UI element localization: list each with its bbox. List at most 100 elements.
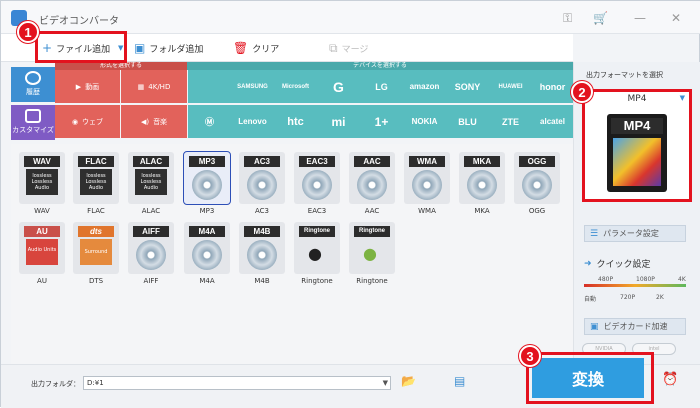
device-apple[interactable] (188, 70, 231, 103)
disc-icon (412, 170, 442, 200)
highlight-convert (526, 352, 654, 404)
gpu-acceleration-button[interactable]: ▣ ビデオカード加速 (584, 318, 686, 335)
format-card-label: Ringtone (354, 226, 390, 237)
format-name: AC3 (254, 207, 269, 215)
format-wma[interactable]: WMA WMA (404, 152, 450, 218)
quick-setting-title: ➜ クイック設定 (584, 257, 651, 271)
format-aac[interactable]: AAC AAC (349, 152, 395, 218)
apple-icon: ● (308, 244, 322, 263)
device-sony[interactable]: SONY (446, 70, 489, 103)
format-card-label: WMA (409, 156, 445, 167)
device-nokia[interactable]: NOKIA (403, 105, 446, 138)
format-ringtone-android[interactable]: Ringtone ● Ringtone (349, 222, 395, 288)
device-samsung[interactable]: SAMSUNG (231, 70, 274, 103)
minimize-icon[interactable]: — (634, 11, 646, 25)
lossless-badge: lossless Lossless Audio (26, 169, 58, 195)
device-huawei[interactable]: HUAWEI (489, 70, 532, 103)
browse-folder-icon[interactable]: ▤ (454, 374, 465, 388)
output-format-selector[interactable]: MP4 ▼ MP4 (582, 89, 692, 202)
format-mka[interactable]: MKA MKA (459, 152, 505, 218)
device-blu[interactable]: BLU (446, 105, 489, 138)
key-icon[interactable]: ⚿ (563, 11, 572, 26)
disc-icon (467, 170, 497, 200)
format-card: FLAC lossless Lossless Audio (73, 152, 119, 204)
format-type-music[interactable]: ◀) 音楽 (121, 105, 187, 138)
device-microsoft[interactable]: Microsoft (274, 70, 317, 103)
device-oneplus[interactable]: 1+ (360, 105, 403, 138)
output-folder-field[interactable]: D:¥1 ▼ (83, 376, 391, 390)
merge-button[interactable]: ⧉ マージ (329, 40, 368, 56)
device-mi[interactable]: mi (317, 105, 360, 138)
play-icon: ▶ (75, 82, 82, 91)
format-name: Ringtone (301, 277, 333, 285)
format-ogg[interactable]: OGG OGG (514, 152, 560, 218)
format-name: M4A (199, 277, 215, 285)
dts-badge: Surround (80, 239, 112, 265)
device-lg[interactable]: LG (360, 70, 403, 103)
selected-format-name: MP4 (627, 94, 647, 104)
format-name: M4B (254, 277, 270, 285)
format-type-video[interactable]: ▶ 動画 (55, 70, 120, 103)
parameter-settings-button[interactable]: ☰ パラメータ設定 (584, 225, 686, 242)
android-icon: ● (363, 244, 377, 263)
disc-icon (357, 170, 387, 200)
format-flac[interactable]: FLAC lossless Lossless Audio FLAC (73, 152, 119, 218)
format-type-web[interactable]: ◉ ウェブ (55, 105, 120, 138)
format-ac3[interactable]: AC3 AC3 (239, 152, 285, 218)
dropdown-arrow-icon[interactable]: ▼ (383, 377, 388, 389)
cart-icon[interactable]: 🛒 (593, 11, 608, 25)
device-alcatel[interactable]: alcatel (532, 105, 573, 138)
quality-slider[interactable] (584, 284, 686, 287)
format-name: EAC3 (307, 207, 327, 215)
open-folder-icon[interactable]: 📂 (401, 374, 416, 388)
history-tab[interactable]: 履歴 (11, 67, 55, 102)
device-motorola[interactable]: Ⓜ (188, 105, 231, 138)
merge-label: マージ (341, 44, 369, 55)
format-card-label: M4B (244, 226, 280, 237)
format-dts[interactable]: dts Surround DTS (73, 222, 119, 288)
format-card: WAV lossless Lossless Audio (19, 152, 65, 204)
clear-button[interactable]: 🗑 クリア (233, 40, 279, 56)
4k-icon: ▦ (137, 82, 145, 91)
format-m4a[interactable]: M4A M4A (184, 222, 230, 288)
format-m4b[interactable]: M4B M4B (239, 222, 285, 288)
history-tab-label: 履歴 (26, 88, 40, 96)
format-name: DTS (88, 277, 104, 285)
format-card: Ringtone ● (294, 222, 340, 274)
format-mp3[interactable]: MP3 MP3 (183, 151, 231, 218)
format-alac[interactable]: ALAC lossless Lossless Audio ALAC (128, 152, 174, 218)
device-google[interactable]: G (317, 70, 360, 103)
format-aiff[interactable]: AIFF AIFF (128, 222, 174, 288)
gear-icon (25, 109, 41, 123)
format-ringtone-apple[interactable]: Ringtone ● Ringtone (294, 222, 340, 288)
alarm-clock-icon[interactable]: ⏰ (662, 372, 678, 387)
close-icon[interactable]: ✕ (671, 11, 681, 25)
format-type-4k[interactable]: ▦ 4K/HD (121, 70, 187, 103)
custom-tab[interactable]: カスタマイズ (11, 105, 55, 140)
device-honor[interactable]: honor (532, 70, 573, 103)
format-wav[interactable]: WAV lossless Lossless Audio WAV (19, 152, 65, 218)
format-card-label: OGG (519, 156, 555, 167)
format-eac3[interactable]: EAC3 EAC3 (294, 152, 340, 218)
format-name: WMA (418, 207, 436, 215)
format-card: dts Surround (73, 222, 119, 274)
step-badge-2: 2 (571, 81, 593, 103)
mp4-format-icon-label: MP4 (611, 118, 663, 134)
device-htc[interactable]: htc (274, 105, 317, 138)
add-folder-button[interactable]: ▣ フォルダ追加 (134, 40, 203, 56)
device-zte[interactable]: ZTE (489, 105, 532, 138)
format-category-header: 形式を選択する (55, 62, 187, 70)
tick-auto: 自動 (584, 296, 597, 303)
format-card: AC3 (239, 152, 285, 204)
disc-icon (192, 240, 222, 270)
format-card-label: MP3 (189, 156, 225, 167)
format-au[interactable]: AU Audio Units AU (19, 222, 65, 288)
chrome-icon: ◉ (71, 117, 79, 126)
lossless-badge: lossless Lossless Audio (80, 169, 112, 195)
format-name: ALAC (141, 207, 161, 215)
device-amazon[interactable]: amazon (403, 70, 446, 103)
mp4-format-icon-picture (613, 138, 661, 186)
device-lenovo[interactable]: Lenovo (231, 105, 274, 138)
format-card: M4B (239, 222, 285, 274)
dropdown-arrow-icon[interactable]: ▼ (680, 94, 685, 102)
